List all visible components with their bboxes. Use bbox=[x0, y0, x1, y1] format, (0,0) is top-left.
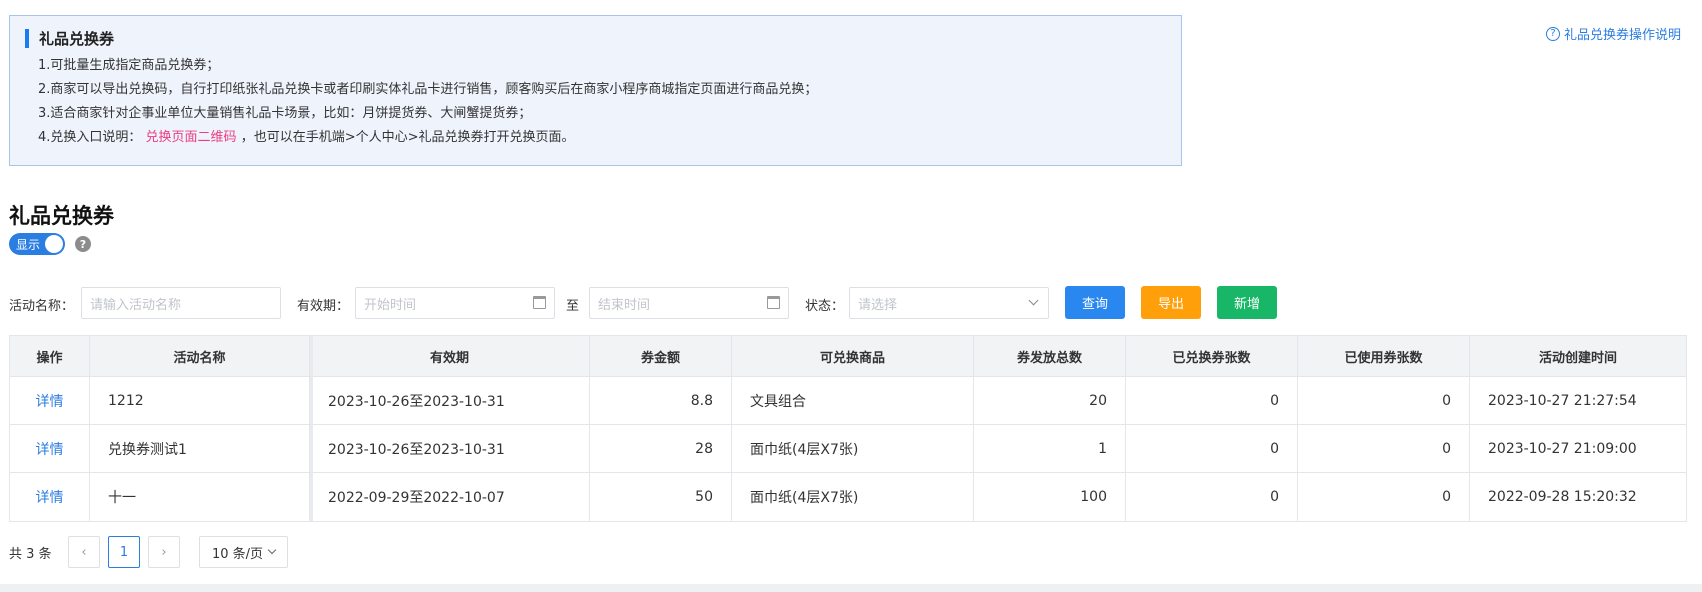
toggle-knob bbox=[45, 235, 63, 253]
activity-name-input[interactable]: 请输入活动名称 bbox=[81, 287, 281, 319]
page-size-label: 10 条/页 bbox=[211, 546, 264, 562]
help-link-label: 礼品兑换券操作说明 bbox=[1563, 28, 1681, 43]
detail-link[interactable]: 详情 bbox=[10, 473, 90, 521]
col-header-goods: 可兑换商品 bbox=[732, 336, 974, 376]
start-date-input[interactable]: 开始时间 bbox=[355, 287, 555, 319]
cell-period: 2023-10-26至2023-10-31 bbox=[310, 377, 590, 424]
calendar-icon bbox=[767, 296, 780, 309]
cell-total-issued: 1 bbox=[974, 425, 1126, 472]
cell-name: 1212 bbox=[90, 377, 310, 424]
bottom-divider bbox=[0, 584, 1702, 592]
table-row: 详情 兑换券测试1 2023-10-26至2023-10-31 28 面巾纸(4… bbox=[10, 425, 1686, 473]
pagination-total: 共 3 条 bbox=[9, 546, 52, 562]
info-line-3: 3.适合商家针对企事业单位大量销售礼品卡场景，比如：月饼提货券、大闸蟹提货券； bbox=[38, 106, 532, 121]
col-header-action: 操作 bbox=[10, 336, 90, 376]
display-toggle[interactable]: 显示 bbox=[9, 233, 65, 255]
toggle-label: 显示 bbox=[16, 237, 41, 252]
coupon-table: 操作 活动名称 有效期 券金额 可兑换商品 券发放总数 已兑换券张数 已使用券张… bbox=[9, 335, 1687, 522]
cell-created: 2023-10-27 21:27:54 bbox=[1488, 392, 1637, 409]
page-1-button[interactable]: 1 bbox=[108, 536, 140, 568]
add-button[interactable]: 新增 bbox=[1217, 286, 1277, 319]
page-size-select[interactable]: 10 条/页 bbox=[199, 536, 288, 568]
table-header-row: 操作 活动名称 有效期 券金额 可兑换商品 券发放总数 已兑换券张数 已使用券张… bbox=[10, 336, 1686, 377]
chevron-down-icon bbox=[1028, 295, 1039, 306]
info-line-1: 1.可批量生成指定商品兑换券； bbox=[38, 58, 220, 73]
cell-amount: 50 bbox=[590, 473, 732, 521]
to-label: 至 bbox=[566, 299, 580, 314]
cell-total-issued: 100 bbox=[974, 473, 1126, 521]
info-line-2: 2.商家可以导出兑换码，自行打印纸张礼品兑换卡或者印刷实体礼品卡进行销售，顾客购… bbox=[38, 82, 818, 97]
status-placeholder: 请选择 bbox=[858, 297, 898, 313]
end-date-input[interactable]: 结束时间 bbox=[589, 287, 789, 319]
cell-used: 0 bbox=[1298, 377, 1470, 424]
cell-total-issued: 20 bbox=[974, 377, 1126, 424]
col-header-period: 有效期 bbox=[310, 336, 590, 376]
chevron-down-icon bbox=[267, 545, 277, 555]
cell-redeemed: 0 bbox=[1126, 473, 1298, 521]
page-title: 礼品兑换券 bbox=[9, 204, 114, 228]
cell-created: 2022-09-28 15:20:32 bbox=[1488, 489, 1637, 505]
activity-name-placeholder: 请输入活动名称 bbox=[90, 297, 182, 313]
col-header-created: 活动创建时间 bbox=[1538, 350, 1617, 366]
cell-used: 0 bbox=[1298, 425, 1470, 472]
detail-link[interactable]: 详情 bbox=[10, 377, 90, 424]
info-line-4-prefix: 4.兑换入口说明： bbox=[38, 130, 142, 145]
col-header-used: 已使用券张数 bbox=[1298, 336, 1470, 376]
status-select[interactable]: 请选择 bbox=[849, 287, 1049, 319]
table-row: 详情 十一 2022-09-29至2022-10-07 50 面巾纸(4层X7张… bbox=[10, 473, 1686, 521]
detail-link[interactable]: 详情 bbox=[10, 425, 90, 472]
query-button[interactable]: 查询 bbox=[1065, 286, 1125, 319]
cell-goods: 文具组合 bbox=[732, 377, 974, 424]
cell-created: 2023-10-27 21:09:00 bbox=[1488, 440, 1637, 457]
col-header-total-issued: 券发放总数 bbox=[974, 336, 1126, 376]
start-date-placeholder: 开始时间 bbox=[364, 297, 417, 313]
cell-period: 2022-09-29至2022-10-07 bbox=[310, 473, 590, 521]
question-circle-icon: ? bbox=[1545, 26, 1560, 41]
help-link[interactable]: ? 礼品兑换券操作说明 bbox=[1545, 24, 1681, 43]
cell-name: 十一 bbox=[90, 473, 310, 521]
title-accent-bar bbox=[25, 28, 29, 48]
cell-used: 0 bbox=[1298, 473, 1470, 521]
info-title-text: 礼品兑换券 bbox=[39, 29, 115, 48]
end-date-placeholder: 结束时间 bbox=[598, 297, 651, 313]
prev-page-button[interactable]: ‹ bbox=[68, 536, 100, 568]
period-label: 有效期： bbox=[297, 299, 350, 314]
info-line-4-suffix: ，也可以在手机端>个人中心>礼品兑换券打开兑换页面。 bbox=[240, 130, 575, 145]
calendar-icon bbox=[533, 296, 546, 309]
info-panel: 礼品兑换券 1.可批量生成指定商品兑换券； 2.商家可以导出兑换码，自行打印纸张… bbox=[9, 15, 1182, 166]
info-line-4: 4.兑换入口说明： 兑换页面二维码 ，也可以在手机端>个人中心>礼品兑换券打开兑… bbox=[38, 126, 1165, 150]
next-page-button[interactable]: › bbox=[148, 536, 180, 568]
col-header-amount: 券金额 bbox=[590, 336, 732, 376]
activity-name-label: 活动名称： bbox=[9, 299, 75, 314]
info-title: 礼品兑换券 bbox=[25, 28, 1165, 48]
qrcode-link[interactable]: 兑换页面二维码 bbox=[146, 130, 237, 145]
cell-redeemed: 0 bbox=[1126, 377, 1298, 424]
status-label: 状态： bbox=[805, 299, 845, 314]
table-row: 详情 1212 2023-10-26至2023-10-31 8.8 文具组合 2… bbox=[10, 377, 1686, 425]
cell-name: 兑换券测试1 bbox=[90, 425, 310, 472]
cell-period: 2023-10-26至2023-10-31 bbox=[310, 425, 590, 472]
cell-goods: 面巾纸(4层X7张) bbox=[732, 473, 974, 521]
cell-redeemed: 0 bbox=[1126, 425, 1298, 472]
cell-amount: 8.8 bbox=[590, 377, 732, 424]
question-icon[interactable]: ? bbox=[75, 236, 91, 252]
cell-amount: 28 bbox=[590, 425, 732, 472]
col-header-name: 活动名称 bbox=[90, 336, 310, 376]
cell-goods: 面巾纸(4层X7张) bbox=[732, 425, 974, 472]
export-button[interactable]: 导出 bbox=[1141, 286, 1201, 319]
col-header-redeemed: 已兑换券张数 bbox=[1126, 336, 1298, 376]
